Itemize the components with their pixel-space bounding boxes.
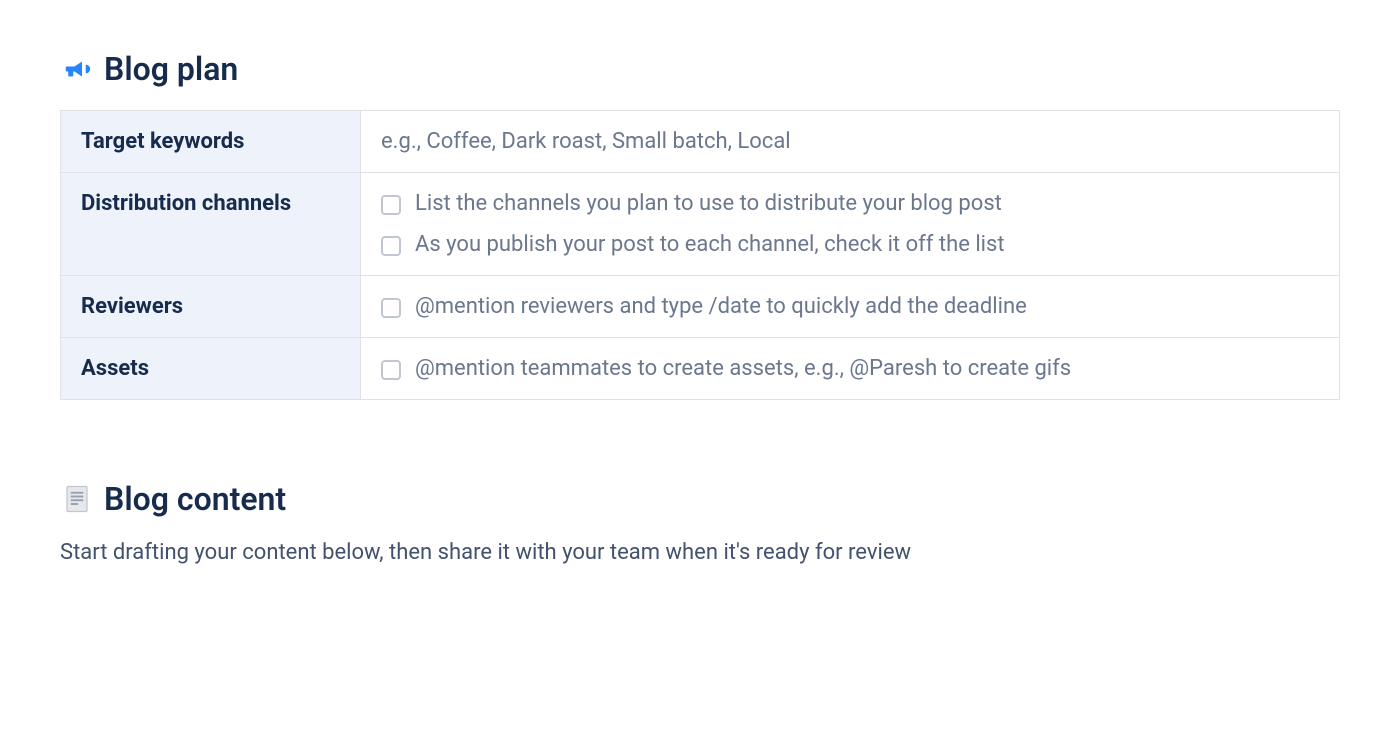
blog-content-section: Blog content Start drafting your content… xyxy=(60,480,1340,565)
list-item: @mention reviewers and type /date to qui… xyxy=(381,294,1319,319)
list-item: @mention teammates to create assets, e.g… xyxy=(381,356,1319,381)
row-target-keywords: Target keywords e.g., Coffee, Dark roast… xyxy=(61,111,1340,173)
label-assets: Assets xyxy=(61,338,361,400)
checkbox[interactable] xyxy=(381,360,401,380)
checkbox[interactable] xyxy=(381,236,401,256)
checklist-reviewers: @mention reviewers and type /date to qui… xyxy=(381,294,1319,319)
list-item: List the channels you plan to use to dis… xyxy=(381,191,1319,216)
label-reviewers: Reviewers xyxy=(61,276,361,338)
checklist-distribution-channels: List the channels you plan to use to dis… xyxy=(381,191,1319,257)
megaphone-icon xyxy=(60,52,94,86)
label-target-keywords: Target keywords xyxy=(61,111,361,173)
blog-plan-table: Target keywords e.g., Coffee, Dark roast… xyxy=(60,110,1340,400)
list-item: As you publish your post to each channel… xyxy=(381,232,1319,257)
checklist-text: @mention teammates to create assets, e.g… xyxy=(415,356,1071,381)
checkbox[interactable] xyxy=(381,298,401,318)
cell-distribution-channels[interactable]: List the channels you plan to use to dis… xyxy=(361,173,1340,276)
checklist-assets: @mention teammates to create assets, e.g… xyxy=(381,356,1319,381)
cell-target-keywords[interactable]: e.g., Coffee, Dark roast, Small batch, L… xyxy=(361,111,1340,173)
blog-plan-title: Blog plan xyxy=(104,50,238,88)
blog-content-title: Blog content xyxy=(104,480,286,518)
page-icon xyxy=(60,482,94,516)
blog-plan-heading: Blog plan xyxy=(60,50,1340,88)
placeholder-target-keywords: e.g., Coffee, Dark roast, Small batch, L… xyxy=(381,129,791,154)
cell-assets[interactable]: @mention teammates to create assets, e.g… xyxy=(361,338,1340,400)
row-distribution-channels: Distribution channels List the channels … xyxy=(61,173,1340,276)
label-distribution-channels: Distribution channels xyxy=(61,173,361,276)
checkbox[interactable] xyxy=(381,195,401,215)
row-reviewers: Reviewers @mention reviewers and type /d… xyxy=(61,276,1340,338)
blog-content-description: Start drafting your content below, then … xyxy=(60,540,1340,565)
checklist-text: List the channels you plan to use to dis… xyxy=(415,191,1002,216)
row-assets: Assets @mention teammates to create asse… xyxy=(61,338,1340,400)
blog-plan-section: Blog plan Target keywords e.g., Coffee, … xyxy=(60,50,1340,400)
cell-reviewers[interactable]: @mention reviewers and type /date to qui… xyxy=(361,276,1340,338)
checklist-text: As you publish your post to each channel… xyxy=(415,232,1005,257)
blog-content-heading: Blog content xyxy=(60,480,1340,518)
checklist-text: @mention reviewers and type /date to qui… xyxy=(415,294,1027,319)
